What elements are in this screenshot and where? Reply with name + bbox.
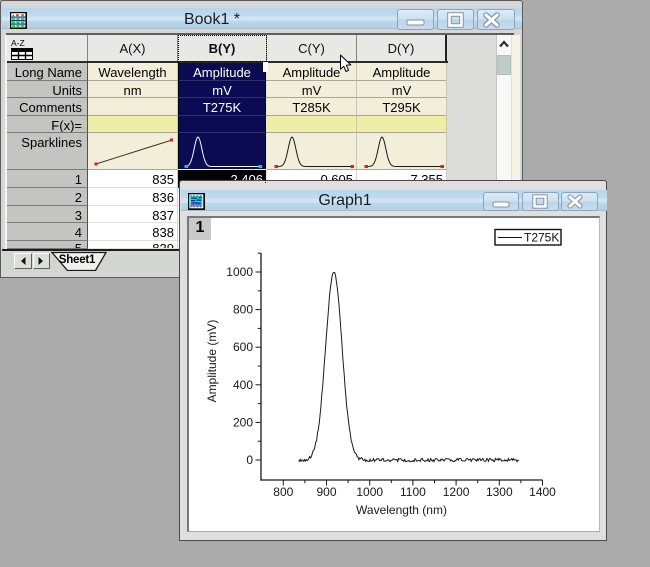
svg-text:900: 900 [316, 485, 336, 499]
svg-text:A-Z: A-Z [11, 38, 25, 48]
svg-text:1300: 1300 [486, 485, 513, 499]
svg-text:200: 200 [233, 415, 253, 429]
svg-text:0: 0 [246, 453, 253, 467]
svg-text:1200: 1200 [443, 485, 470, 499]
svg-text:600: 600 [233, 340, 253, 354]
svg-text:800: 800 [273, 485, 293, 499]
svg-text:1400: 1400 [529, 485, 556, 499]
svg-text:Wavelength (nm): Wavelength (nm) [356, 503, 447, 517]
svg-text:Amplitude (mV): Amplitude (mV) [205, 320, 219, 403]
svg-text:1100: 1100 [400, 485, 426, 499]
svg-text:T275K: T275K [524, 231, 559, 245]
svg-text:1000: 1000 [356, 485, 383, 499]
svg-text:1000: 1000 [226, 265, 253, 279]
svg-text:800: 800 [233, 303, 253, 317]
svg-text:400: 400 [233, 378, 253, 392]
